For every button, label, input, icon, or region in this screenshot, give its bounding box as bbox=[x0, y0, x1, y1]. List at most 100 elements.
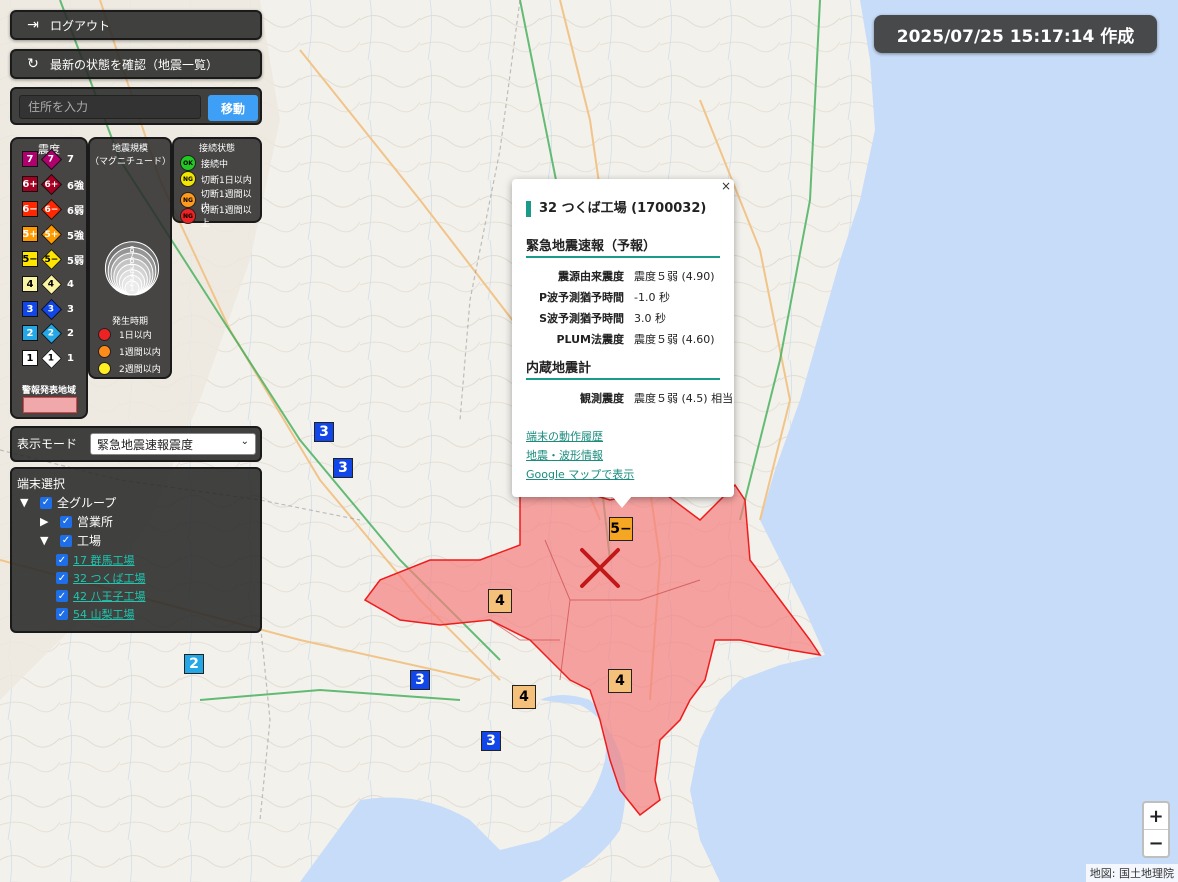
collapse-icon[interactable]: ▼ bbox=[20, 496, 34, 509]
connection-legend-row: OK 接続中 bbox=[180, 155, 228, 171]
connection-badge: NG bbox=[180, 171, 196, 187]
period-legend-row: 2週間以内 bbox=[98, 362, 161, 375]
intensity-diamond: 1 bbox=[40, 347, 63, 369]
tree-all-groups[interactable]: ▼ ✓ 全グループ bbox=[20, 494, 116, 511]
display-mode-box: 表示モード 緊急地震速報震度 ⌄ bbox=[10, 426, 262, 462]
eew-value: -1.0 秒 bbox=[634, 291, 670, 304]
intensity-square: 2 bbox=[22, 325, 38, 341]
connection-label: 接続中 bbox=[201, 159, 229, 170]
connection-legend-title: 接続状態 bbox=[198, 144, 235, 154]
factory-item[interactable]: ✓ 54 山梨工場 bbox=[56, 606, 135, 622]
checkbox-factories[interactable]: ✓ bbox=[60, 534, 72, 547]
collapse-icon[interactable]: ▼ bbox=[40, 534, 54, 547]
intensity-marker[interactable]: 4 bbox=[512, 685, 536, 709]
intensity-square: 3 bbox=[22, 301, 38, 317]
checkbox-all-groups[interactable]: ✓ bbox=[40, 496, 52, 509]
refresh-icon: ↻ bbox=[27, 56, 39, 72]
display-mode-select[interactable]: 緊急地震速報震度 ⌄ bbox=[90, 433, 256, 455]
checkbox-sales[interactable]: ✓ bbox=[60, 515, 72, 528]
intensity-diamond: 6− bbox=[40, 198, 63, 220]
factory-link[interactable]: 42 八王子工場 bbox=[73, 588, 146, 604]
all-groups-label: 全グループ bbox=[57, 496, 117, 510]
popup-title: 32 つくば工場 (1700032) bbox=[526, 201, 706, 217]
address-input[interactable] bbox=[19, 95, 201, 119]
intensity-marker[interactable]: 3 bbox=[314, 422, 334, 442]
connection-legend-row: NG 切断1日以内 bbox=[180, 171, 252, 187]
intensity-marker[interactable]: 3 bbox=[410, 670, 430, 690]
refresh-button[interactable]: ↻ 最新の状態を確認（地震一覧） bbox=[10, 49, 262, 79]
close-icon[interactable]: × bbox=[721, 179, 731, 193]
intensity-square: 6− bbox=[22, 201, 38, 217]
intensity-label: 1 bbox=[67, 352, 74, 364]
display-mode-value: 緊急地震速報震度 bbox=[97, 437, 194, 452]
eew-value: 震度５弱 (4.90) bbox=[634, 270, 715, 283]
refresh-label: 最新の状態を確認（地震一覧） bbox=[50, 57, 219, 72]
seismo-value: 震度５弱 (4.5) 相当 bbox=[634, 392, 734, 405]
logout-icon: ⇥ bbox=[27, 17, 39, 33]
intensity-diamond: 3 bbox=[40, 298, 63, 320]
terminal-selection: 端末選択 ▼ ✓ 全グループ ▶ ✓ 営業所 ▼ ✓ 工場 ✓ 17 群馬工場 ✓ 3… bbox=[10, 467, 262, 633]
google-maps-link[interactable]: Google マップで表示 bbox=[526, 466, 634, 482]
tree-sales[interactable]: ▶ ✓ 営業所 bbox=[40, 513, 113, 530]
intensity-legend-row: 6+ 6+ 6強 bbox=[22, 173, 84, 195]
terminal-selection-title: 端末選択 bbox=[17, 477, 66, 491]
seismometer-heading: 内蔵地震計 bbox=[526, 357, 720, 380]
factory-checkbox[interactable]: ✓ bbox=[56, 554, 68, 566]
expand-icon[interactable]: ▶ bbox=[40, 515, 54, 528]
intensity-diamond: 5+ bbox=[40, 223, 63, 245]
intensity-legend-row: 7 7 7 bbox=[22, 148, 74, 170]
intensity-legend-row: 2 2 2 bbox=[22, 322, 74, 344]
intensity-marker[interactable]: 5− bbox=[609, 517, 633, 541]
waveform-link[interactable]: 地震・波形情報 bbox=[526, 447, 603, 463]
magnitude-label: 1 bbox=[129, 284, 134, 293]
factory-checkbox[interactable]: ✓ bbox=[56, 590, 68, 602]
history-link[interactable]: 端末の動作履歴 bbox=[526, 428, 603, 444]
connection-badge: OK bbox=[180, 155, 196, 171]
period-label: 1週間以内 bbox=[119, 348, 161, 358]
intensity-square: 5+ bbox=[22, 226, 38, 242]
intensity-diamond: 5− bbox=[40, 248, 63, 270]
intensity-square: 1 bbox=[22, 350, 38, 366]
eew-value: 3.0 秒 bbox=[634, 312, 666, 325]
warning-area-label: 警報発表地域 bbox=[21, 386, 76, 396]
intensity-marker[interactable]: 2 bbox=[184, 654, 204, 674]
eew-row: P波予測猶予時間 -1.0 秒 bbox=[526, 289, 670, 305]
intensity-diamond: 2 bbox=[40, 322, 63, 344]
eew-row: S波予測猶予時間 3.0 秒 bbox=[526, 310, 666, 326]
intensity-label: 5強 bbox=[67, 230, 84, 242]
intensity-label: 6強 bbox=[67, 180, 84, 192]
factory-link[interactable]: 32 つくば工場 bbox=[73, 570, 146, 586]
eew-row: 震源由来震度 震度５弱 (4.90) bbox=[526, 268, 715, 284]
intensity-marker[interactable]: 4 bbox=[488, 589, 512, 613]
factory-link[interactable]: 54 山梨工場 bbox=[73, 606, 135, 622]
zoom-in-button[interactable]: + bbox=[1144, 803, 1168, 830]
period-label: 1日以内 bbox=[119, 331, 152, 341]
logout-button[interactable]: ⇥ ログアウト bbox=[10, 10, 262, 40]
intensity-marker[interactable]: 3 bbox=[333, 458, 353, 478]
factory-link[interactable]: 17 群馬工場 bbox=[73, 552, 135, 568]
intensity-legend-row: 1 1 1 bbox=[22, 347, 74, 369]
factory-checkbox[interactable]: ✓ bbox=[56, 572, 68, 584]
factory-item[interactable]: ✓ 17 群馬工場 bbox=[56, 552, 135, 568]
timestamp-banner: 2025/07/25 15:17:14 作成 bbox=[874, 15, 1157, 53]
eew-key: PLUM法震度 bbox=[556, 333, 624, 346]
zoom-out-button[interactable]: − bbox=[1144, 830, 1168, 856]
intensity-diamond: 6+ bbox=[40, 173, 63, 195]
intensity-legend-row: 6− 6− 6弱 bbox=[22, 198, 84, 220]
period-legend-title: 発生時期 bbox=[111, 317, 148, 327]
zoom-control: + − bbox=[1142, 801, 1170, 858]
terminal-popup: × 32 つくば工場 (1700032) 緊急地震速報（予報） 震源由来震度 震度… bbox=[512, 179, 734, 497]
eew-key: 震源由来震度 bbox=[558, 270, 624, 283]
factory-checkbox[interactable]: ✓ bbox=[56, 608, 68, 620]
factory-item[interactable]: ✓ 42 八王子工場 bbox=[56, 588, 146, 604]
intensity-marker[interactable]: 3 bbox=[481, 731, 501, 751]
intensity-legend-row: 5− 5− 5弱 bbox=[22, 248, 84, 270]
eew-key: S波予測猶予時間 bbox=[539, 312, 624, 325]
eew-heading: 緊急地震速報（予報） bbox=[526, 235, 720, 258]
tree-factories[interactable]: ▼ ✓ 工場 bbox=[40, 532, 101, 549]
display-mode-label: 表示モード bbox=[17, 437, 78, 451]
factory-item[interactable]: ✓ 32 つくば工場 bbox=[56, 570, 146, 586]
intensity-marker[interactable]: 4 bbox=[608, 669, 632, 693]
period-legend-row: 1週間以内 bbox=[98, 345, 161, 358]
move-button[interactable]: 移動 bbox=[208, 95, 258, 121]
